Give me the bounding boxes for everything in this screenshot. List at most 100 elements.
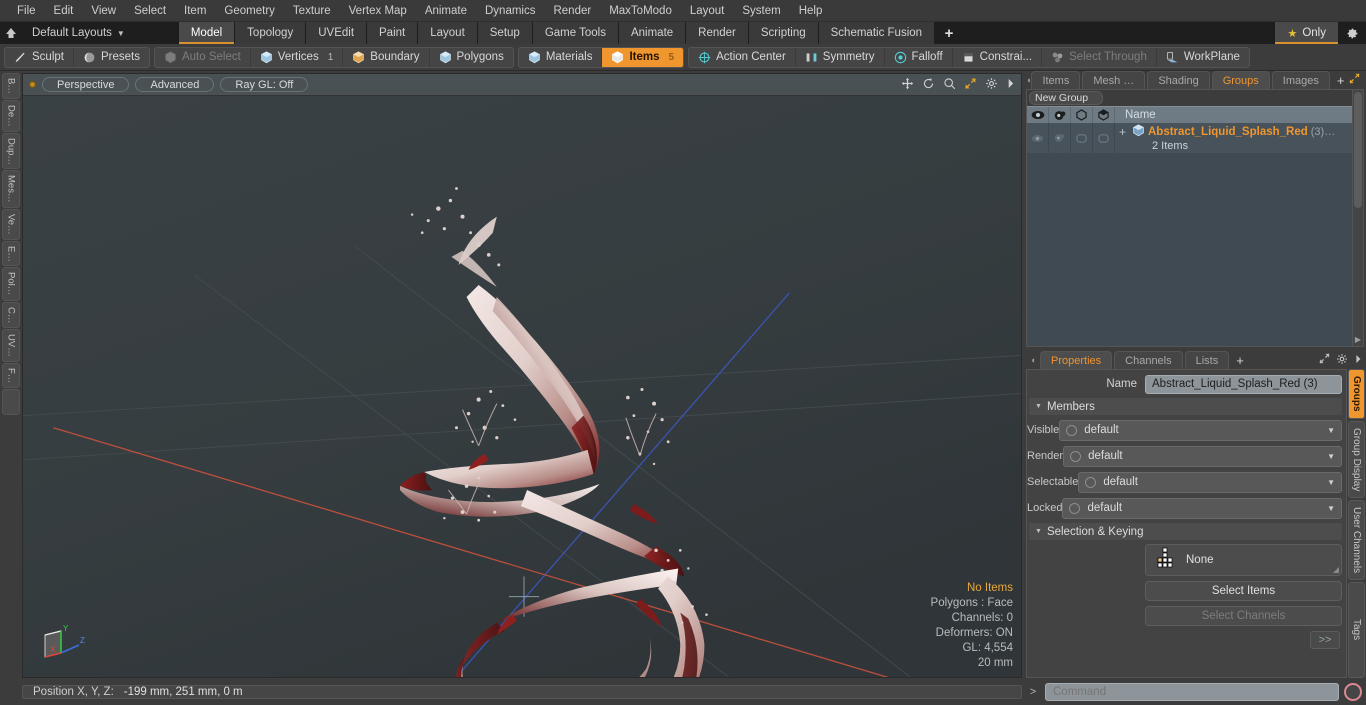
expand-icon[interactable] (1349, 73, 1360, 87)
new-group-button[interactable]: New Group (1029, 91, 1103, 105)
left-rail-tab-9[interactable]: F… (2, 362, 20, 388)
render-dropdown[interactable]: default ▼ (1063, 445, 1342, 467)
properties-add-tab-button[interactable]: + (1231, 351, 1249, 369)
lock-outline-icon[interactable] (1071, 107, 1093, 123)
layout-tab-scripting[interactable]: Scripting (748, 22, 819, 44)
toolbar-button-boundary[interactable]: Boundary (343, 47, 430, 67)
panel-tab-items[interactable]: Items (1031, 71, 1081, 89)
left-rail-tab-extra[interactable] (2, 388, 20, 415)
toolbar-button-items[interactable]: Items 5 (602, 47, 684, 67)
groups-list-scrollbar[interactable]: ▶ (1352, 90, 1363, 346)
menu-item-layout[interactable]: Layout (681, 3, 734, 19)
section-members[interactable]: ▼ Members (1029, 398, 1342, 415)
toolbar-button-action-center[interactable]: Action Center (689, 47, 796, 67)
menu-item-help[interactable]: Help (790, 3, 832, 19)
axis-gizmo[interactable]: X Y Z (35, 621, 91, 667)
zoom-icon[interactable] (943, 77, 956, 93)
layout-tab-paint[interactable]: Paint (367, 22, 419, 44)
eye-icon[interactable] (1027, 107, 1049, 123)
expand-icon[interactable] (1319, 353, 1330, 367)
default-layouts-dropdown[interactable]: Default Layouts ▼ (22, 22, 135, 44)
panel-tab-mesh[interactable]: Mesh … (1082, 71, 1146, 89)
viewport-shading-mode[interactable]: Advanced (135, 77, 215, 92)
menu-item-animate[interactable]: Animate (416, 3, 476, 19)
chevron-right-icon[interactable] (1354, 354, 1362, 367)
toolbar-button-symmetry[interactable]: Symmetry (796, 47, 885, 67)
layout-tab-topology[interactable]: Topology (235, 22, 307, 44)
left-rail-tab-0[interactable]: B… (2, 73, 20, 99)
left-rail-tab-4[interactable]: Ve… (2, 208, 20, 240)
properties-tab-properties[interactable]: Properties (1040, 351, 1113, 369)
name-field[interactable]: Abstract_Liquid_Splash_Red (3) (1145, 374, 1342, 394)
toolbar-button-materials[interactable]: Materials (519, 47, 603, 67)
rotate-icon[interactable] (922, 77, 935, 93)
menu-item-maxtomodo[interactable]: MaxToModo (600, 3, 681, 19)
properties-tab-lists[interactable]: Lists (1184, 351, 1230, 369)
menu-item-file[interactable]: File (8, 3, 45, 19)
toolbar-button-auto-select[interactable]: Auto Select (155, 47, 251, 67)
menu-item-select[interactable]: Select (125, 3, 175, 19)
toolbar-button-polygons[interactable]: Polygons (430, 48, 513, 67)
add-layout-button[interactable]: + (935, 22, 963, 44)
chevron-right-icon[interactable] (1006, 78, 1015, 92)
lock-filled-icon[interactable] (1093, 107, 1115, 123)
viewport-3d[interactable]: Perspective Advanced Ray GL: Off No Item… (22, 73, 1022, 678)
menu-item-dynamics[interactable]: Dynamics (476, 3, 544, 19)
command-input[interactable] (1045, 682, 1339, 701)
left-rail-tab-3[interactable]: Mes… (2, 170, 20, 208)
layout-tab-layout[interactable]: Layout (418, 22, 478, 44)
left-rail-tab-8[interactable]: UV… (2, 328, 20, 362)
left-rail-tab-5[interactable]: E… (2, 240, 20, 267)
properties-menu-icon[interactable]: ◖ (1026, 351, 1040, 369)
viewport-canvas[interactable] (23, 96, 1021, 677)
left-rail-tab-2[interactable]: Dup… (2, 132, 20, 170)
forward-button[interactable]: >> (1310, 631, 1340, 649)
menu-item-vertex-map[interactable]: Vertex Map (340, 3, 416, 19)
menu-item-texture[interactable]: Texture (284, 3, 340, 19)
layout-tab-uvedit[interactable]: UVEdit (306, 22, 368, 44)
toolbar-button-constraint[interactable]: Constrai... (953, 47, 1043, 67)
row-lock-filled-icon[interactable] (1093, 123, 1115, 153)
left-rail-tab-6[interactable]: Pol… (2, 267, 20, 301)
selectable-dropdown[interactable]: default ▼ (1078, 471, 1342, 493)
scrollbar-thumb[interactable] (1354, 92, 1362, 208)
layout-tab-animate[interactable]: Animate (618, 22, 687, 44)
render-icon[interactable] (1049, 107, 1071, 123)
toolbar-button-select-through[interactable]: Select Through (1042, 47, 1157, 67)
menu-item-view[interactable]: View (82, 3, 125, 19)
layout-tab-game-tools[interactable]: Game Tools (532, 22, 619, 44)
record-icon[interactable] (1344, 682, 1362, 701)
panel-add-tab-button[interactable]: + (1332, 71, 1350, 89)
left-rail-tab-1[interactable]: De… (2, 99, 20, 132)
toolbar-button-sculpt[interactable]: Sculpt (5, 47, 74, 67)
menu-item-system[interactable]: System (733, 3, 789, 19)
gear-icon[interactable] (1336, 353, 1348, 368)
side-tab-tags[interactable]: Tags (1348, 582, 1365, 678)
section-selection-keying[interactable]: ▼ Selection & Keying (1029, 523, 1342, 540)
selection-set-button[interactable]: None (1145, 544, 1342, 576)
fit-icon[interactable] (964, 77, 977, 93)
row-eye-icon[interactable] (1027, 123, 1049, 153)
locked-dropdown[interactable]: default ▼ (1062, 497, 1342, 519)
left-rail-tab-7[interactable]: C… (2, 301, 20, 328)
toolbar-button-vertices[interactable]: Vertices 1 (251, 47, 344, 67)
move-icon[interactable] (901, 77, 914, 93)
row-lock-outline-icon[interactable] (1071, 123, 1093, 153)
select-items-button[interactable]: Select Items (1145, 581, 1342, 601)
gear-icon[interactable] (1338, 22, 1366, 44)
scroll-down-icon[interactable]: ▶ (1353, 335, 1363, 344)
gear-icon[interactable] (985, 77, 998, 93)
row-render-icon[interactable] (1049, 123, 1071, 153)
only-toggle[interactable]: ★ Only (1275, 22, 1338, 44)
side-tab-group-display[interactable]: Group Display (1348, 420, 1365, 498)
expand-row-icon[interactable]: + (1119, 125, 1129, 139)
panel-tab-images[interactable]: Images (1271, 71, 1330, 89)
layout-tab-render[interactable]: Render (686, 22, 749, 44)
layout-tab-schematic-fusion[interactable]: Schematic Fusion (818, 22, 936, 44)
viewport-raygl-mode[interactable]: Ray GL: Off (220, 77, 309, 92)
layout-tab-setup[interactable]: Setup (477, 22, 533, 44)
toolbar-button-workplane[interactable]: WorkPlane (1157, 48, 1249, 67)
panel-tab-groups[interactable]: Groups (1211, 71, 1270, 89)
menu-item-edit[interactable]: Edit (45, 3, 83, 19)
menu-item-item[interactable]: Item (175, 3, 215, 19)
